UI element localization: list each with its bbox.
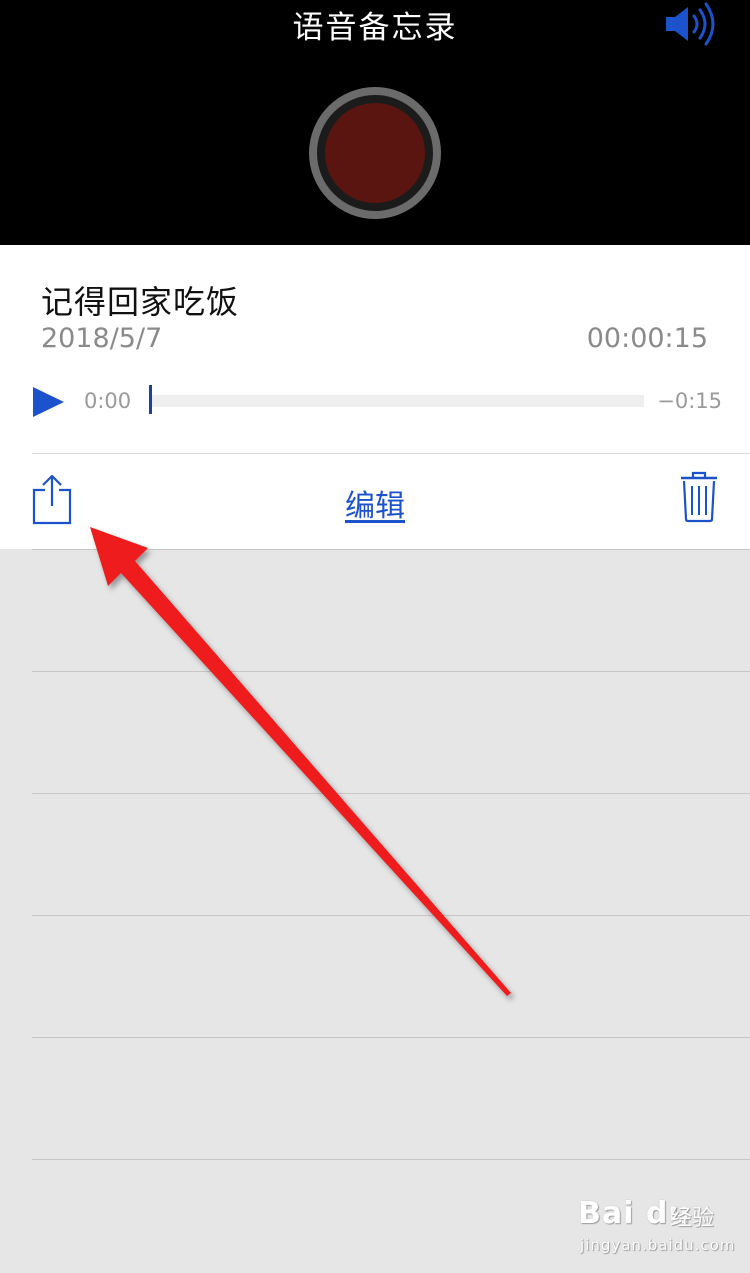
app-title: 语音备忘录 (292, 10, 458, 46)
list-row-divider (32, 1037, 750, 1038)
list-row-divider (32, 793, 750, 794)
record-icon (325, 103, 425, 203)
recording-title: 记得回家吃饭 (41, 283, 240, 321)
time-elapsed: 0:00 (84, 389, 132, 413)
watermark: Bai du 经验 jingyan.baidu.com (578, 1188, 738, 1260)
watermark-subtitle: 经验 (670, 1206, 715, 1231)
trash-icon[interactable] (680, 471, 718, 523)
divider (32, 453, 750, 454)
list-row-divider (32, 549, 750, 550)
playback-scrubber[interactable] (150, 395, 644, 407)
recording-card[interactable]: 记得回家吃饭 2018/5/7 00:00:15 0:00 −0:15 编辑 (0, 245, 750, 549)
watermark-url: jingyan.baidu.com (580, 1236, 736, 1254)
recording-duration: 00:00:15 (586, 323, 708, 354)
time-remaining: −0:15 (657, 389, 722, 413)
play-icon[interactable] (32, 385, 66, 419)
list-row-divider (32, 915, 750, 916)
edit-button[interactable]: 编辑 (0, 481, 750, 525)
scrubber-playhead[interactable] (149, 385, 152, 414)
speaker-volume-icon[interactable] (662, 2, 718, 46)
top-bar: 语音备忘录 (0, 0, 750, 245)
list-row-divider (32, 671, 750, 672)
list-row-divider (32, 1159, 750, 1160)
recording-date: 2018/5/7 (41, 323, 163, 354)
record-button[interactable] (309, 87, 441, 219)
